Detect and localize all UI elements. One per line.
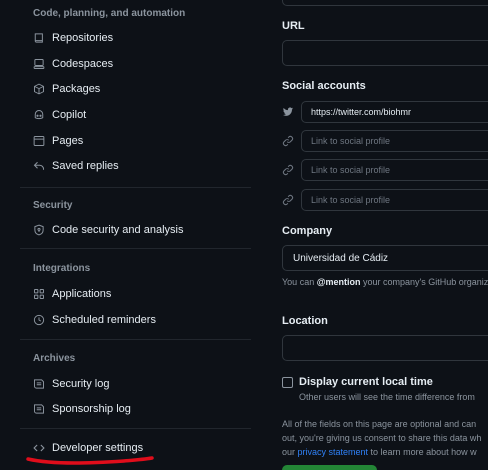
sidebar-item-code-security[interactable]: Code security and analysis	[20, 218, 251, 242]
sidebar-item-packages[interactable]: Packages	[20, 77, 251, 101]
social-account-row: Link to social profile	[282, 130, 488, 152]
social-accounts-label: Social accounts	[282, 80, 366, 92]
privacy-statement-link[interactable]: privacy statement	[298, 447, 369, 457]
privacy-text-line: our privacy statement to learn more abou…	[282, 447, 477, 457]
sidebar-item-copilot[interactable]: Copilot	[20, 103, 251, 127]
apps-icon	[33, 288, 45, 300]
privacy-text-line: out, you're giving us consent to share t…	[282, 433, 482, 443]
sidebar-item-label: Sponsorship log	[52, 403, 131, 415]
sidebar-item-label: Saved replies	[52, 160, 119, 172]
sidebar-item-sponsorship-log[interactable]: Sponsorship log	[20, 397, 251, 421]
sidebar-item-label: Code security and analysis	[52, 224, 184, 236]
update-profile-button[interactable]	[282, 465, 377, 470]
sidebar-divider	[20, 339, 251, 340]
browser-icon	[33, 135, 45, 147]
url-input[interactable]	[282, 40, 488, 66]
section-heading-security: Security	[33, 200, 73, 211]
sidebar-item-codespaces[interactable]: Codespaces	[20, 52, 251, 76]
local-time-checkbox[interactable]	[282, 376, 293, 388]
log-icon	[33, 378, 45, 390]
sidebar-item-applications[interactable]: Applications	[20, 282, 251, 306]
package-icon	[33, 83, 45, 95]
red-underline-annotation	[26, 456, 154, 465]
social-account-input[interactable]: Link to social profile	[301, 159, 488, 181]
shield-lock-icon	[33, 224, 45, 236]
company-input[interactable]: Universidad de Cádiz	[282, 245, 488, 271]
clock-icon	[33, 314, 45, 326]
local-time-checkbox-row[interactable]: Display current local time	[282, 375, 433, 389]
twitter-icon	[282, 106, 294, 118]
link-icon	[282, 164, 294, 176]
sidebar-divider	[20, 248, 251, 249]
sidebar-item-label: Applications	[52, 288, 112, 300]
social-account-input[interactable]: Link to social profile	[301, 130, 488, 152]
social-account-input[interactable]: https://twitter.com/biohmr	[301, 101, 488, 123]
sidebar-item-label: Packages	[52, 83, 101, 95]
sidebar-item-label: Pages	[52, 135, 84, 147]
copilot-icon	[33, 109, 45, 121]
section-heading-archives: Archives	[33, 353, 76, 364]
sidebar-item-label: Codespaces	[52, 58, 114, 70]
sidebar-divider	[20, 187, 251, 188]
social-account-row: https://twitter.com/biohmr	[282, 101, 488, 123]
settings-page: Code, planning, and automation Repositor…	[0, 0, 488, 470]
url-label: URL	[282, 20, 305, 32]
repo-icon	[33, 32, 45, 44]
section-heading-integrations: Integrations	[33, 263, 91, 274]
reply-icon	[33, 160, 45, 172]
name-field-bottom-edge[interactable]	[282, 0, 488, 6]
company-label: Company	[282, 225, 333, 237]
sidebar-item-label: Security log	[52, 378, 110, 390]
profile-form: URL Social accounts https://twitter.com/…	[282, 0, 488, 470]
sidebar-item-label: Copilot	[52, 109, 87, 121]
sidebar-item-pages[interactable]: Pages	[20, 129, 251, 153]
social-account-row: Link to social profile	[282, 189, 488, 211]
privacy-text-line: All of the fields on this page are optio…	[282, 419, 477, 429]
social-account-row: Link to social profile	[282, 159, 488, 181]
sidebar-item-saved-replies[interactable]: Saved replies	[20, 154, 251, 178]
sidebar-item-repositories[interactable]: Repositories	[20, 26, 251, 50]
link-icon	[282, 194, 294, 206]
sidebar-item-label: Scheduled reminders	[52, 314, 156, 326]
social-account-input[interactable]: Link to social profile	[301, 189, 488, 211]
log-icon	[33, 403, 45, 415]
company-help-text: You can @mention your company's GitHub o…	[282, 277, 488, 287]
sidebar-item-scheduled-reminders[interactable]: Scheduled reminders	[20, 308, 251, 332]
settings-sidebar: Code, planning, and automation Repositor…	[20, 0, 251, 470]
mention-text: @mention	[316, 277, 361, 287]
sidebar-divider	[20, 428, 251, 429]
sidebar-item-security-log[interactable]: Security log	[20, 372, 251, 396]
section-heading-code: Code, planning, and automation	[33, 8, 186, 19]
local-time-label: Display current local time	[299, 376, 433, 388]
location-label: Location	[282, 315, 328, 327]
codespaces-icon	[33, 58, 45, 70]
location-input[interactable]	[282, 335, 488, 361]
sidebar-item-label: Repositories	[52, 32, 114, 44]
local-time-help-text: Other users will see the time difference…	[299, 392, 475, 402]
link-icon	[282, 135, 294, 147]
